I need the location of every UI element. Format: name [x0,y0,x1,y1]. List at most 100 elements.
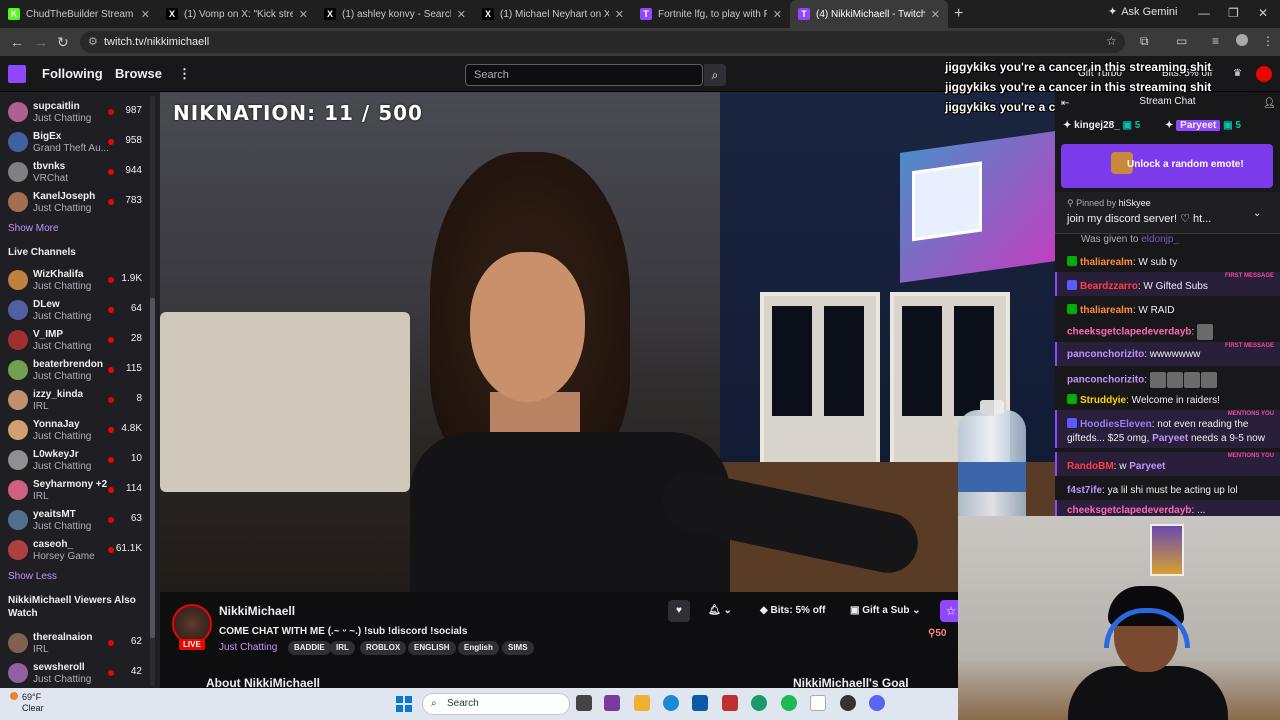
stream-tag[interactable]: IRL [330,641,355,655]
stream-tag[interactable]: SIMS [502,641,534,655]
prime-crown-icon[interactable]: ♛ [1233,68,1242,79]
tab-close-icon[interactable]: ✕ [773,8,782,21]
chrome-icon[interactable] [840,695,856,711]
weather-widget[interactable]: 69°F Clear [10,692,44,714]
unlock-emote-banner[interactable]: Unlock a random emote! [1061,144,1273,188]
notepad-icon[interactable] [810,695,826,711]
cast-icon[interactable]: ▭ [1176,34,1187,48]
browser-tab[interactable]: X (1) ashley konvy - Search / X ✕ [316,0,474,28]
minimize-icon[interactable]: — [1198,6,1210,20]
edge-icon[interactable] [663,695,679,711]
sidebar-channel[interactable]: WizKhalifa Just Chatting 1.9K [0,266,150,296]
show-more-link[interactable]: Show More [8,223,59,234]
app-icon-3[interactable] [751,695,767,711]
tab-close-icon[interactable]: ✕ [931,8,940,21]
search-icon[interactable]: ⌕ [704,64,726,86]
chat-username[interactable]: panconchorizito [1067,349,1144,360]
search-input[interactable]: Search [465,64,703,86]
following-link[interactable]: Following [42,66,103,81]
browser-tab[interactable]: T (4) NikkiMichaell - Twitch ✕ [790,0,948,28]
chat-username[interactable]: cheeksgetclapedeverdayb [1067,505,1192,516]
close-window-icon[interactable]: ✕ [1258,6,1268,20]
app-icon[interactable] [604,695,620,711]
sidebar-channel[interactable]: KanelJoseph Just Chatting 783 [0,188,150,218]
sidebar-channel[interactable]: caseoh_ Horsey Game 61.1K [0,536,150,566]
chat-username[interactable]: f4st7ife [1067,485,1102,496]
twitch-logo-icon[interactable] [8,65,26,83]
stream-category-link[interactable]: Just Chatting [219,642,277,653]
chevron-down-icon[interactable]: ⌄ [1253,208,1261,219]
gift-sub-button[interactable]: ▣ Gift a Sub ⌄ [850,600,921,622]
collapse-chat-icon[interactable]: ⇤ [1061,98,1069,109]
top-gifter[interactable]: ✦ kingej28_ ▣ 5 [1063,120,1140,131]
streamer-name[interactable]: NikkiMichaell [219,604,295,618]
sidebar-channel[interactable]: DLew Just Chatting 64 [0,296,150,326]
chat-username[interactable]: RandoBM [1067,461,1114,472]
spotify-icon[interactable] [781,695,797,711]
sidebar-channel[interactable]: therealnaion IRL 62 [0,629,150,659]
chat-username[interactable]: HoodiesEleven [1080,419,1152,430]
forward-icon[interactable]: → [34,34,48,50]
windows-start-icon[interactable] [396,696,412,712]
tab-close-icon[interactable]: ✕ [457,8,466,21]
extensions-icon[interactable]: ⧉ [1140,34,1149,49]
chat-username[interactable]: panconchorizito [1067,375,1144,386]
browse-link[interactable]: Browse [115,66,162,81]
more-icon[interactable]: ⋮ [1262,34,1274,48]
chat-users-icon[interactable]: 👤︎ [1263,98,1276,109]
back-icon[interactable]: ← [10,34,24,50]
chat-mention[interactable]: Paryeet [1152,433,1188,444]
new-tab-icon[interactable]: + [954,5,963,23]
url-field[interactable]: ⚙ twitch.tv/nikkimichaell [80,31,1125,53]
tab-close-icon[interactable]: ✕ [141,8,150,21]
chat-mention[interactable]: Paryeet [1129,461,1165,472]
streamer-avatar[interactable] [172,604,212,644]
sidebar-channel[interactable]: supcaitlin Just Chatting 987 [0,98,150,128]
stream-tag[interactable]: ROBLOX [360,641,407,655]
maximize-icon[interactable]: ❐ [1228,6,1239,20]
follow-heart-icon[interactable]: ♥ [668,600,690,622]
file-explorer-icon[interactable] [634,695,650,711]
sidebar-channel[interactable]: L0wkeyJr Just Chatting 10 [0,446,150,476]
browser-tab[interactable]: X (1) Michael Neyhart on X: "Don ✕ [474,0,632,28]
store-icon[interactable] [692,695,708,711]
sidebar-channel[interactable]: YonnaJay Just Chatting 4.8K [0,416,150,446]
reload-icon[interactable]: ↻ [57,34,69,51]
more-nav-icon[interactable]: ⋮ [178,66,191,82]
sidebar-channel[interactable]: sewsheroll Just Chatting 42 [0,659,150,688]
top-gifter[interactable]: ✦ Paryeet ▣ 5 [1165,120,1241,131]
tab-close-icon[interactable]: ✕ [615,8,624,21]
bits-button[interactable]: ◆ Bits: 5% off [760,600,825,622]
chat-username[interactable]: cheeksgetclapedeverdayb [1067,327,1192,338]
browser-tab[interactable]: T Fortnite lfg, to play with Fortnit ✕ [632,0,790,28]
show-less-link[interactable]: Show Less [8,571,57,582]
notification-bell-icon[interactable]: 🔔︎ ⌄ [708,600,732,622]
sidebar-channel[interactable]: izzy_kinda IRL 8 [0,386,150,416]
taskbar-search[interactable]: ⌕ Search [422,693,570,715]
chat-username[interactable]: Beardzzarro [1080,281,1138,292]
menu-icon[interactable]: ≡ [1212,34,1219,48]
bookmark-star-icon[interactable]: ☆ [1106,34,1117,48]
sidebar-channel[interactable]: tbvnks VRChat 944 [0,158,150,188]
sidebar-channel[interactable]: BigEx Grand Theft Au... 958 [0,128,150,158]
browser-tab[interactable]: K ChudTheBuilder Stream - Watc ✕ [0,0,158,28]
sidebar-channel[interactable]: V_IMP Just Chatting 28 [0,326,150,356]
sidebar-channel[interactable]: Seyharmony +2 IRL 114 [0,476,150,506]
chat-username[interactable]: Struddyie [1080,395,1126,406]
browser-tab[interactable]: X (1) Vomp on X: "Kick streamer C ✕ [158,0,316,28]
stream-tag[interactable]: English [458,641,499,655]
site-info-icon[interactable]: ⚙ [88,31,98,53]
stream-tag[interactable]: ENGLISH [408,641,456,655]
discord-icon[interactable] [869,695,885,711]
user-avatar[interactable] [1256,66,1272,82]
video-player[interactable] [160,92,1055,592]
chat-username[interactable]: thaliarealm [1080,305,1133,316]
chat-username[interactable]: thaliarealm [1080,257,1133,268]
ask-gemini-button[interactable]: ✦ Ask Gemini [1108,5,1177,19]
pinned-message[interactable]: ⚲ Pinned by hiSkyee join my discord serv… [1055,192,1280,234]
task-view-icon[interactable] [576,695,592,711]
sidebar-scrollbar-thumb[interactable] [150,298,155,638]
sidebar-channel[interactable]: beaterbrendon Just Chatting 115 [0,356,150,386]
stream-tag[interactable]: BADDIE [288,641,331,655]
profile-avatar[interactable] [1236,34,1248,46]
